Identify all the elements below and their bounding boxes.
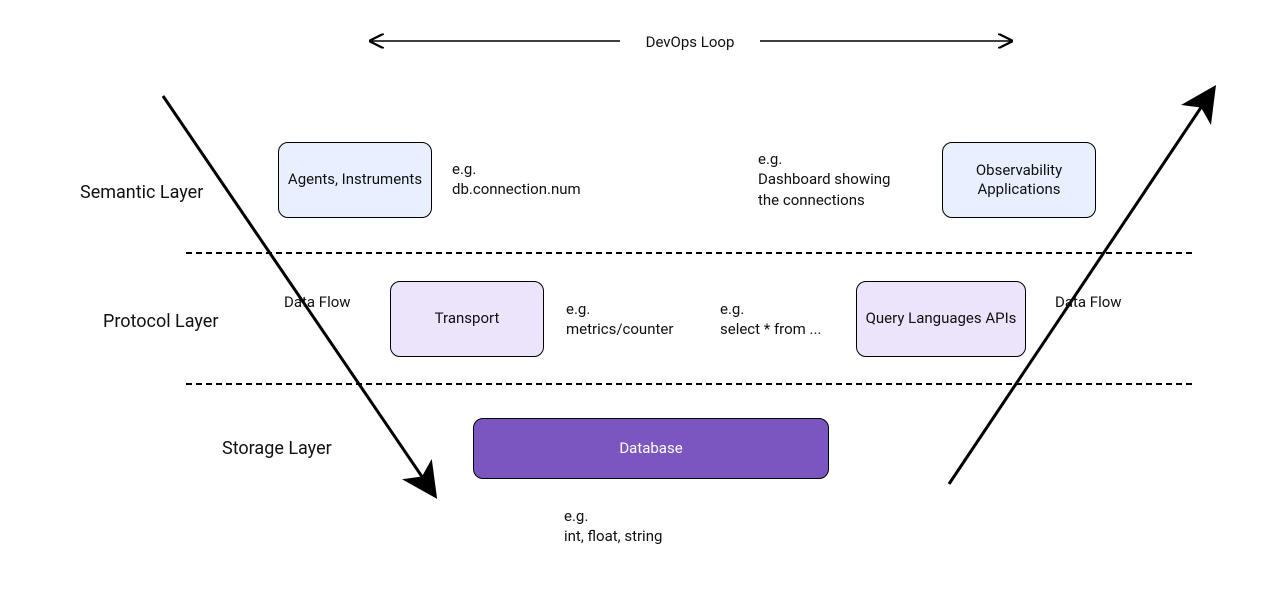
data-flow-right-label: Data Flow: [1055, 293, 1122, 311]
diagram-stage: DevOps Loop Semantic Layer Protocol Laye…: [0, 0, 1280, 593]
